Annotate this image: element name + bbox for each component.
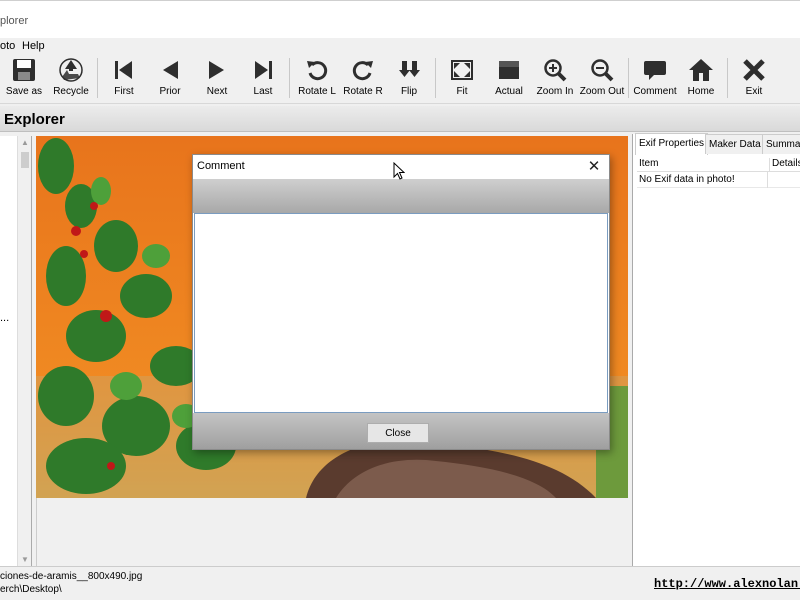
folder-tree-pane[interactable]: ... ▲ ▼ [0,136,32,566]
next-button[interactable]: Next [194,56,240,100]
fit-button[interactable]: Fit [439,56,485,100]
dialog-title: Comment [197,160,245,172]
actual-label: Actual [495,86,523,97]
save-as-label: Save as [5,86,43,97]
comment-textarea[interactable] [194,213,608,413]
recycle-button[interactable]: Recycle [48,56,94,100]
comment-dialog: Comment ✕ Close [192,154,610,450]
home-label: Home [687,86,715,97]
next-label: Next [206,86,228,97]
first-button[interactable]: First [101,56,147,100]
column-item[interactable]: Item [639,158,658,169]
row-item: No Exif data in photo! [639,174,735,185]
properties-pane: Exif Properties Maker Data Summar Item D… [632,133,800,566]
flip-icon [399,61,420,77]
rotate-left-button[interactable]: Rotate L [294,56,340,100]
zoom-out-icon [591,59,614,82]
dialog-header-band [193,179,609,213]
last-icon [255,61,272,79]
first-label: First [114,86,134,97]
column-details[interactable]: Details [769,158,800,172]
flip-label: Flip [400,86,418,97]
last-button[interactable]: Last [240,56,286,100]
scroll-up-icon[interactable]: ▲ [21,138,29,147]
exit-icon [743,59,765,81]
toolbar-separator [435,58,436,98]
properties-grid-header: Item Details [637,156,800,172]
save-as-button[interactable]: Save as [1,56,47,100]
status-bar: ciones-de-aramis__800x490.jpg erch\Deskt… [0,566,800,600]
close-button[interactable]: Close [367,423,429,443]
rotate-right-button[interactable]: Rotate R [340,56,386,100]
table-row[interactable]: No Exif data in photo! [637,172,800,188]
zoom-in-icon [544,59,567,82]
save-icon [13,59,35,81]
tab-exif-properties[interactable]: Exif Properties [635,133,709,155]
home-button[interactable]: Home [678,56,724,100]
explorer-header: Explorer [0,106,800,132]
menu-photo[interactable]: oto [0,40,15,52]
last-label: Last [253,86,273,97]
comment-label: Comment [633,86,677,97]
scroll-down-icon[interactable]: ▼ [21,555,29,564]
viewer-empty-area [36,498,628,568]
next-icon [209,61,224,79]
rotate-left-label: Rotate L [298,86,336,97]
exit-button[interactable]: Exit [731,56,777,100]
zoom-out-button[interactable]: Zoom Out [579,56,625,100]
actual-button[interactable]: Actual [486,56,532,100]
exit-label: Exit [745,86,763,97]
toolbar-separator [289,58,290,98]
rotate-right-label: Rotate R [343,86,383,97]
toolbar-separator [97,58,98,98]
fit-icon [451,60,473,80]
column-divider [767,172,768,188]
window-title: plorer [0,15,29,27]
mouse-cursor-icon [393,162,405,180]
toolbar-separator [727,58,728,98]
scrollbar-thumb[interactable] [21,152,29,168]
menu-bar: oto Help [0,38,800,54]
close-icon[interactable]: ✕ [585,158,603,176]
zoom-in-label: Zoom In [536,86,574,97]
fit-label: Fit [456,86,468,97]
recycle-icon [59,58,83,82]
prior-button[interactable]: Prior [147,56,193,100]
tab-maker-data[interactable]: Maker Data [705,134,765,154]
prior-icon [163,61,178,79]
rotate-right-icon [352,61,373,81]
folder-tree-item[interactable]: ... [0,312,9,324]
title-bar[interactable]: plorer [0,0,800,38]
folder-tree-scrollbar[interactable]: ▲ ▼ [17,136,31,566]
app-window: plorer oto Help Save as Recycle First Pr… [0,0,800,600]
zoom-in-button[interactable]: Zoom In [532,56,578,100]
flip-button[interactable]: Flip [386,56,432,100]
website-link[interactable]: http://www.alexnolan.ne [654,577,800,591]
dialog-footer: Close [193,413,609,449]
toolbar: Save as Recycle First Prior Next Last Ro… [0,54,800,104]
status-path: erch\Desktop\ [0,584,62,595]
tab-summary[interactable]: Summar [762,134,800,154]
rotate-left-icon [307,61,328,81]
explorer-title: Explorer [4,111,65,128]
actual-icon [499,61,519,79]
recycle-label: Recycle [53,86,89,97]
comment-button[interactable]: Comment [632,56,678,100]
first-icon [115,61,132,79]
home-icon [689,59,713,81]
zoom-out-label: Zoom Out [579,86,625,97]
prior-label: Prior [159,86,181,97]
status-filename: ciones-de-aramis__800x490.jpg [0,571,143,582]
menu-help[interactable]: Help [22,40,45,52]
toolbar-separator [628,58,629,98]
comment-icon [644,61,666,80]
